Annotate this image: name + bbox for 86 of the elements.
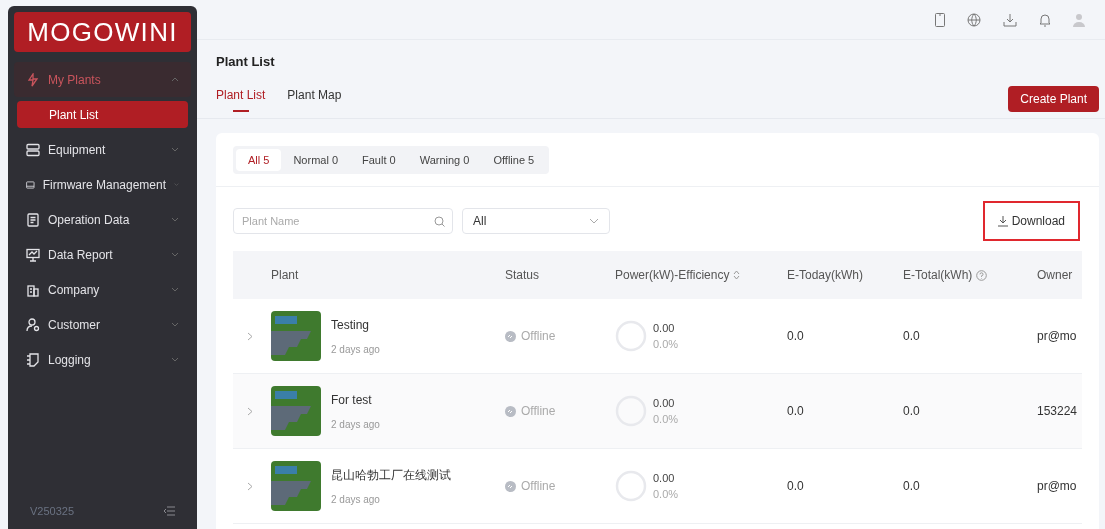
owner-value: 153224 — [1037, 404, 1078, 418]
sidebar-item[interactable]: Data Report — [14, 237, 191, 272]
updated-time: 2 days ago — [331, 492, 381, 507]
column-header: E-Total(kWh) — [903, 267, 973, 284]
efficiency-value: 0.0% — [653, 412, 679, 427]
e-total-value: 0.0 — [903, 329, 920, 343]
chevron-down-icon — [171, 357, 179, 362]
help-icon[interactable] — [976, 269, 988, 281]
status-filter-tab[interactable]: All 5 — [236, 149, 282, 171]
status-filter-tab[interactable]: Normal 0 — [281, 149, 351, 171]
page-tab[interactable]: Plant Map — [287, 85, 342, 112]
create-plant-button[interactable]: Create Plant — [1008, 86, 1099, 112]
column-header: Plant — [271, 267, 299, 284]
user-avatar-icon[interactable] — [1073, 12, 1085, 27]
page-tab[interactable]: Plant List — [216, 85, 266, 112]
bolt-icon — [26, 72, 40, 87]
updated-time: 2 days ago — [331, 417, 380, 432]
chevron-down-icon — [171, 217, 179, 222]
plant-name[interactable]: For test — [331, 390, 380, 409]
search-icon[interactable] — [434, 216, 445, 227]
e-total-value: 0.0 — [903, 404, 920, 418]
plant-name[interactable]: 昆山哈勃工厂在线测试 — [331, 465, 451, 484]
page-title: Plant List — [216, 53, 276, 71]
updated-time: 2 days ago — [331, 342, 380, 357]
chevron-down-icon — [174, 182, 179, 187]
log-icon — [26, 352, 40, 367]
chevron-down-icon — [171, 287, 179, 292]
sidebar-subitem[interactable]: Plant List — [17, 101, 188, 128]
e-total-value: 0.0 — [903, 479, 920, 493]
sidebar-item[interactable]: Operation Data — [14, 202, 191, 237]
download-icon — [997, 215, 1008, 227]
doc-icon — [26, 212, 40, 227]
efficiency-value: 0.0% — [653, 487, 679, 502]
offline-status-icon — [505, 405, 516, 417]
column-header: E-Today(kWh) — [787, 267, 863, 284]
sidebar-item[interactable]: Firmware Management — [14, 167, 191, 202]
status-filter-tab[interactable]: Offline 5 — [481, 149, 547, 171]
expand-row-icon[interactable] — [247, 406, 253, 416]
logo: MOGOWINI — [14, 12, 191, 52]
power-value: 0.00 — [653, 320, 676, 336]
sort-icon[interactable] — [733, 270, 741, 280]
owner-value: pr@mo — [1037, 329, 1077, 343]
column-header: Owner — [1037, 267, 1073, 284]
building-icon — [26, 282, 40, 297]
search-field[interactable]: Plant Name — [233, 208, 453, 234]
power-value: 0.00 — [653, 470, 676, 486]
offline-status-icon — [505, 480, 516, 492]
status-dropdown[interactable]: All — [462, 208, 610, 234]
expand-row-icon[interactable] — [247, 331, 253, 341]
e-today-value: 0.0 — [787, 479, 804, 493]
download-icon[interactable] — [1003, 12, 1017, 27]
column-header: Status — [505, 267, 540, 284]
status-filter-tab[interactable]: Fault 0 — [350, 149, 408, 171]
status-text: Offline — [521, 328, 556, 345]
offline-status-icon — [505, 330, 516, 342]
power-value: 0.00 — [653, 395, 676, 411]
collapse-menu-icon[interactable] — [163, 506, 175, 516]
owner-value: pr@mo — [1037, 479, 1077, 493]
status-text: Offline — [521, 403, 556, 420]
efficiency-value: 0.0% — [653, 337, 679, 352]
expand-row-icon[interactable] — [247, 481, 253, 491]
user-icon — [26, 317, 40, 332]
status-filter-tab[interactable]: Warning 0 — [407, 149, 482, 171]
sidebar-item[interactable]: Customer — [14, 307, 191, 342]
chevron-down-icon — [171, 322, 179, 327]
sidebar-item[interactable]: Logging — [14, 342, 191, 377]
sidebar-item[interactable]: Company — [14, 272, 191, 307]
status-text: Offline — [521, 478, 556, 495]
phone-icon[interactable] — [935, 12, 945, 27]
e-today-value: 0.0 — [787, 329, 804, 343]
column-header[interactable]: Power(kW)-Efficiency — [615, 266, 730, 284]
solar-farm-thumbnail — [271, 461, 321, 511]
chart-icon — [26, 247, 40, 262]
chevron-down-icon — [589, 218, 599, 224]
globe-icon[interactable] — [967, 12, 981, 27]
solar-farm-thumbnail — [271, 311, 321, 361]
e-today-value: 0.0 — [787, 404, 804, 418]
plant-name[interactable]: Testing — [331, 315, 380, 334]
bell-icon[interactable] — [1039, 12, 1051, 27]
sidebar-item[interactable]: Equipment — [14, 132, 191, 167]
server-icon — [26, 142, 40, 157]
chevron-up-icon — [171, 77, 179, 82]
chevron-down-icon — [171, 147, 179, 152]
solar-farm-thumbnail — [271, 386, 321, 436]
version-label: V250325 — [30, 503, 75, 519]
chevron-down-icon — [171, 252, 179, 257]
